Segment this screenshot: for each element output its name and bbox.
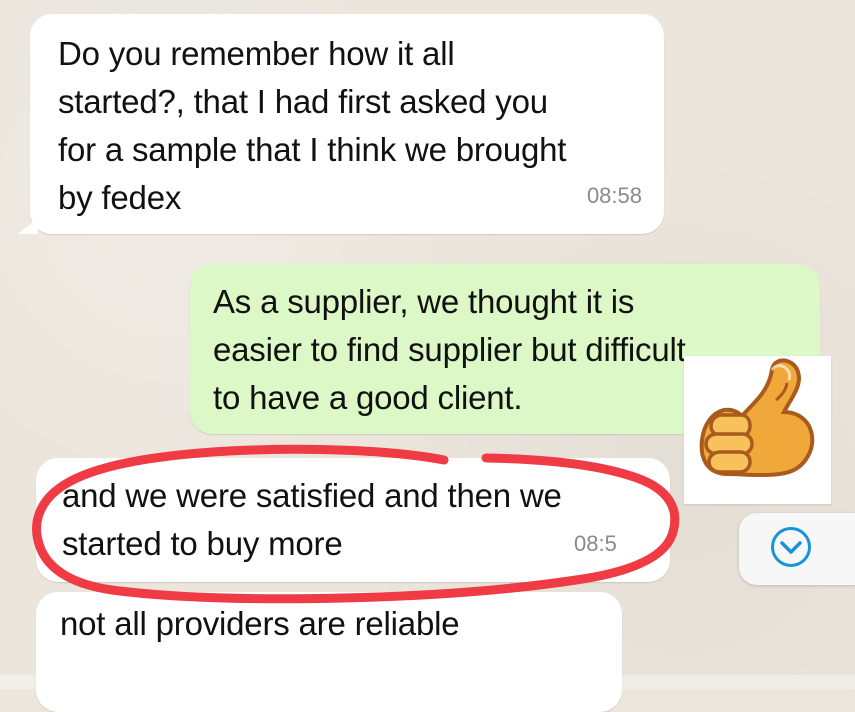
message-tail — [18, 218, 38, 234]
incoming-message[interactable]: and we were satisfied and then we starte… — [36, 458, 670, 582]
message-time: 08:5 — [574, 531, 617, 556]
chevron-down-icon — [780, 541, 802, 554]
message-text: Do you remember how it all started?, tha… — [58, 35, 567, 216]
incoming-message[interactable]: Do you remember how it all started?, tha… — [18, 14, 664, 234]
thumbs-up-icon — [684, 356, 831, 504]
scroll-to-bottom-button[interactable] — [739, 513, 855, 585]
message-text: not all providers are reliable — [60, 605, 460, 642]
bottom-edge — [0, 675, 855, 689]
thumbs-up-sticker — [684, 356, 831, 504]
message-time: 08:58 — [586, 183, 642, 208]
incoming-message[interactable]: not all providers are reliable — [36, 592, 622, 712]
message-text: and we were satisfied and then we starte… — [62, 477, 562, 562]
message-text: As a supplier, we thought it is easier t… — [213, 283, 686, 416]
